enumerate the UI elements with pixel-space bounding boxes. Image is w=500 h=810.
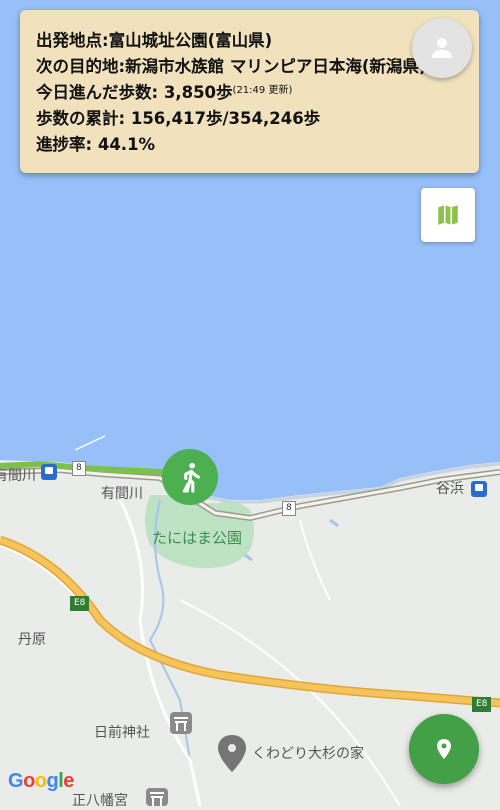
- map-label-arima-left: 有間川: [0, 468, 36, 484]
- account-button[interactable]: [412, 18, 472, 78]
- map-label-bottom: 正八幡宮: [72, 793, 128, 809]
- progress-info-card: 出発地点:富山城址公園(富山県) 次の目的地:新潟市水族館 マリンピア日本海(新…: [20, 10, 479, 173]
- progress-row: 進捗率: 44.1%: [36, 132, 479, 158]
- route-shield-e8: E8: [70, 596, 90, 611]
- next-destination-label: 次の目的地:: [36, 57, 126, 76]
- map-label-cedar-house[interactable]: くわどり大杉の家: [252, 743, 364, 763]
- location-pin-icon: [437, 739, 451, 759]
- person-icon: [432, 38, 452, 58]
- map-label-tanihama: 谷浜: [436, 481, 464, 497]
- my-location-fab[interactable]: [409, 714, 479, 784]
- google-logo: Google: [8, 770, 74, 792]
- route-shield-e8: E8: [472, 697, 492, 712]
- next-destination-value: 新潟市水族館 マリンピア日本海(新潟県): [125, 57, 427, 76]
- map-label-park[interactable]: たにはま公園: [152, 527, 242, 548]
- route-shield-8: 8: [72, 461, 86, 476]
- map-label-arima: 有間川: [101, 486, 143, 502]
- walking-person-icon: [182, 462, 201, 493]
- train-station-icon-right: [471, 481, 487, 497]
- torii-icon: [170, 712, 192, 734]
- progress-value: 44.1%: [97, 135, 156, 154]
- total-steps-value: 156,417歩/354,246歩: [130, 109, 321, 128]
- map-label-tanbara: 丹原: [18, 632, 46, 648]
- map-toggle-button[interactable]: [421, 188, 475, 242]
- origin-value: 富山城址公園(富山県): [108, 31, 273, 50]
- origin-label: 出発地点:: [36, 31, 109, 50]
- today-steps-value: 3,850歩: [163, 83, 233, 102]
- map-label-shrine[interactable]: 日前神社: [94, 722, 150, 742]
- next-destination-row: 次の目的地:新潟市水族館 マリンピア日本海(新潟県): [36, 54, 479, 80]
- progress-label: 進捗率:: [36, 135, 98, 154]
- today-steps-row: 今日進んだ歩数: 3,850歩(21:49 更新): [36, 80, 479, 106]
- total-steps-row: 歩数の累計: 156,417歩/354,246歩: [36, 106, 479, 132]
- map-icon: [438, 205, 458, 225]
- total-steps-label: 歩数の累計:: [36, 109, 131, 128]
- today-steps-label: 今日進んだ歩数:: [36, 83, 164, 102]
- current-position-marker[interactable]: [162, 449, 218, 505]
- updated-time: (21:49 更新): [232, 85, 293, 96]
- route-shield-8: 8: [282, 501, 296, 516]
- train-station-icon-left: [41, 464, 57, 480]
